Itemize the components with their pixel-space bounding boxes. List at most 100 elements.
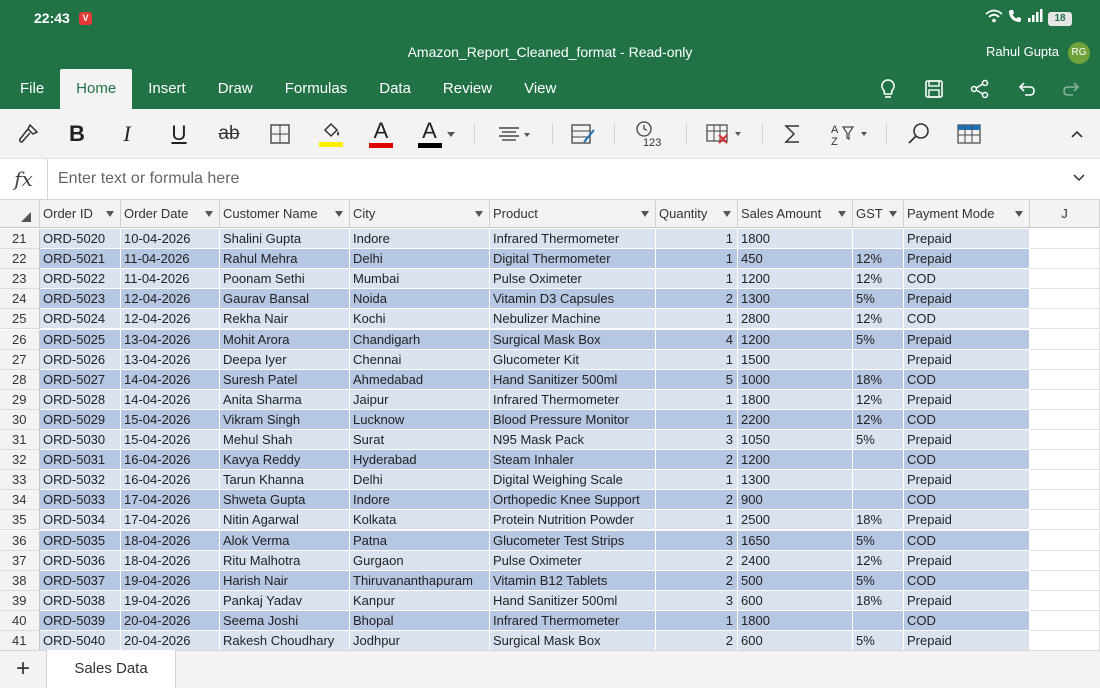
cell-product[interactable]: Surgical Mask Box — [490, 631, 656, 651]
cell-city[interactable]: Thiruvananthapuram — [350, 570, 490, 591]
cell-j[interactable] — [1030, 249, 1100, 270]
tab-home[interactable]: Home — [60, 69, 133, 109]
cell-order-date[interactable]: 20-04-2026 — [121, 631, 220, 651]
column-header-gst[interactable]: GST — [853, 200, 904, 228]
wrap-text-icon[interactable] — [566, 117, 600, 151]
cell-sales-amount[interactable]: 1300 — [738, 289, 853, 310]
column-header-payment-mode[interactable]: Payment Mode — [904, 200, 1030, 228]
cell-gst[interactable]: 18% — [853, 510, 904, 531]
row-header[interactable]: 41 — [0, 631, 40, 651]
cell-product[interactable]: Orthopedic Knee Support — [490, 490, 656, 511]
cell-payment-mode[interactable]: Prepaid — [904, 389, 1030, 410]
cell-payment-mode[interactable]: COD — [904, 610, 1030, 631]
cell-quantity[interactable]: 2 — [656, 631, 738, 651]
column-header-quantity[interactable]: Quantity — [656, 200, 738, 228]
chevron-down-icon[interactable] — [1072, 171, 1086, 190]
cell-j[interactable] — [1030, 510, 1100, 531]
filter-dropdown-icon[interactable] — [205, 211, 213, 217]
cell-quantity[interactable]: 3 — [656, 590, 738, 611]
cell-quantity[interactable]: 1 — [656, 389, 738, 410]
row-header[interactable]: 38 — [0, 570, 40, 591]
cell-quantity[interactable]: 1 — [656, 349, 738, 370]
row-header[interactable]: 26 — [0, 329, 40, 350]
cell-customer-name[interactable]: Shalini Gupta — [220, 229, 350, 249]
cell-product[interactable]: Pulse Oximeter — [490, 269, 656, 290]
cell-quantity[interactable]: 1 — [656, 269, 738, 290]
undo-icon[interactable] — [1010, 74, 1042, 104]
cell-city[interactable]: Delhi — [350, 470, 490, 491]
cell-product[interactable]: Infrared Thermometer — [490, 389, 656, 410]
cell-product[interactable]: Hand Sanitizer 500ml — [490, 590, 656, 611]
cell-customer-name[interactable]: Tarun Khanna — [220, 470, 350, 491]
row-header[interactable]: 23 — [0, 269, 40, 290]
cell-quantity[interactable]: 1 — [656, 309, 738, 330]
cell-gst[interactable]: 5% — [853, 631, 904, 651]
column-header-customer-name[interactable]: Customer Name — [220, 200, 350, 228]
filter-dropdown-icon[interactable] — [475, 211, 483, 217]
cell-sales-amount[interactable]: 1050 — [738, 430, 853, 450]
cell-j[interactable] — [1030, 470, 1100, 491]
cell-sales-amount[interactable]: 2500 — [738, 510, 853, 531]
cell-payment-mode[interactable]: Prepaid — [904, 329, 1030, 350]
cell-order-date[interactable]: 19-04-2026 — [121, 590, 220, 611]
cell-city[interactable]: Kanpur — [350, 590, 490, 611]
cell-city[interactable]: Indore — [350, 490, 490, 511]
cell-product[interactable]: Vitamin D3 Capsules — [490, 289, 656, 310]
cell-sales-amount[interactable]: 1200 — [738, 329, 853, 350]
cell-customer-name[interactable]: Rekha Nair — [220, 309, 350, 330]
cell-product[interactable]: Hand Sanitizer 500ml — [490, 369, 656, 390]
cell-customer-name[interactable]: Kavya Reddy — [220, 450, 350, 471]
cell-payment-mode[interactable]: COD — [904, 450, 1030, 471]
row-header[interactable]: 22 — [0, 249, 40, 270]
cell-gst[interactable] — [853, 349, 904, 370]
cell-city[interactable]: Ahmedabad — [350, 369, 490, 390]
row-header[interactable]: 33 — [0, 470, 40, 491]
cell-customer-name[interactable]: Nitin Agarwal — [220, 510, 350, 531]
column-header-order-date[interactable]: Order Date — [121, 200, 220, 228]
cell-order-date[interactable]: 14-04-2026 — [121, 369, 220, 390]
cell-customer-name[interactable]: Vikram Singh — [220, 409, 350, 430]
cell-city[interactable]: Bhopal — [350, 610, 490, 631]
cell-payment-mode[interactable]: COD — [904, 570, 1030, 591]
tab-draw[interactable]: Draw — [202, 69, 269, 109]
cell-sales-amount[interactable]: 900 — [738, 490, 853, 511]
row-header[interactable]: 40 — [0, 610, 40, 631]
cell-customer-name[interactable]: Deepa Iyer — [220, 349, 350, 370]
cell-gst[interactable]: 12% — [853, 309, 904, 330]
cell-gst[interactable]: 12% — [853, 249, 904, 270]
row-header[interactable]: 25 — [0, 309, 40, 330]
cell-j[interactable] — [1030, 550, 1100, 571]
cell-order-id[interactable]: ORD-5027 — [40, 369, 121, 390]
row-header[interactable]: 21 — [0, 229, 40, 249]
cell-j[interactable] — [1030, 490, 1100, 511]
redo-icon[interactable] — [1056, 74, 1088, 104]
cell-sales-amount[interactable]: 1800 — [738, 229, 853, 249]
select-all-icon[interactable] — [0, 200, 40, 228]
cell-order-id[interactable]: ORD-5036 — [40, 550, 121, 571]
cell-j[interactable] — [1030, 450, 1100, 471]
tab-file[interactable]: File — [0, 69, 60, 109]
cell-payment-mode[interactable]: Prepaid — [904, 510, 1030, 531]
row-header[interactable]: 36 — [0, 530, 40, 551]
cell-order-id[interactable]: ORD-5039 — [40, 610, 121, 631]
cell-order-id[interactable]: ORD-5029 — [40, 409, 121, 430]
cell-order-date[interactable]: 12-04-2026 — [121, 289, 220, 310]
row-header[interactable]: 27 — [0, 349, 40, 370]
cell-payment-mode[interactable]: COD — [904, 530, 1030, 551]
tab-formulas[interactable]: Formulas — [269, 69, 364, 109]
cell-gst[interactable] — [853, 229, 904, 249]
filter-dropdown-icon[interactable] — [335, 211, 343, 217]
cell-quantity[interactable]: 2 — [656, 570, 738, 591]
cell-product[interactable]: Surgical Mask Box — [490, 329, 656, 350]
cell-city[interactable]: Hyderabad — [350, 450, 490, 471]
filter-dropdown-icon[interactable] — [889, 211, 897, 217]
cell-payment-mode[interactable]: Prepaid — [904, 590, 1030, 611]
cell-city[interactable]: Indore — [350, 229, 490, 249]
bold-button[interactable]: B — [60, 117, 94, 151]
cell-sales-amount[interactable]: 2400 — [738, 550, 853, 571]
cell-sales-amount[interactable]: 2200 — [738, 409, 853, 430]
formula-input[interactable]: Enter text or formula here — [58, 159, 239, 199]
cell-product[interactable]: Infrared Thermometer — [490, 610, 656, 631]
cell-payment-mode[interactable]: COD — [904, 309, 1030, 330]
cell-quantity[interactable]: 3 — [656, 530, 738, 551]
